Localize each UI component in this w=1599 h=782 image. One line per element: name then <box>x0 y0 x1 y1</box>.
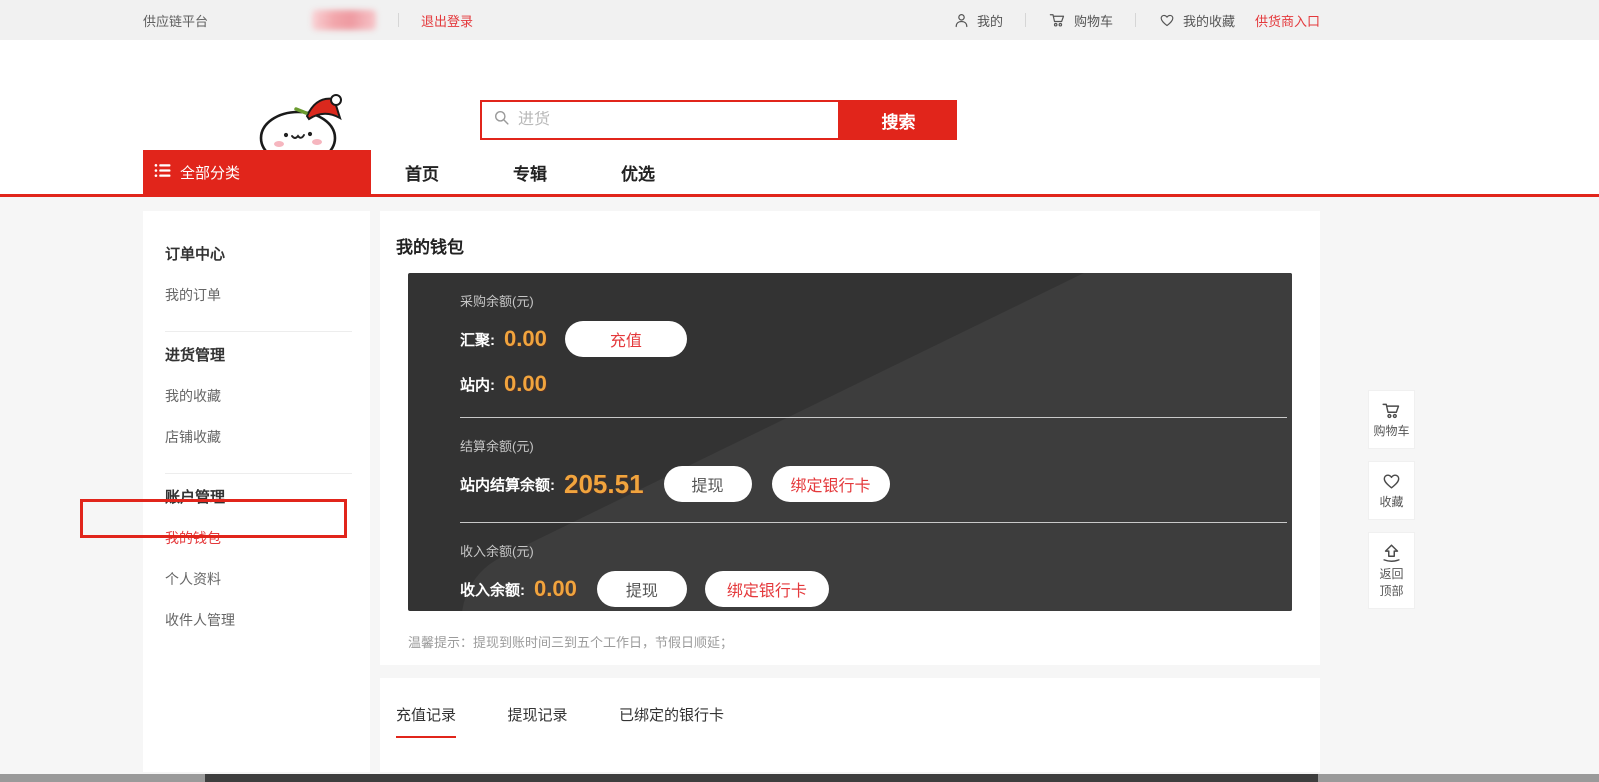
zhannei-balance-label: 站内: <box>460 374 495 395</box>
cart-icon <box>1048 11 1067 29</box>
income-balance-value: 0.00 <box>534 576 577 602</box>
recharge-button[interactable]: 充值 <box>565 321 687 357</box>
logout-link[interactable]: 退出登录 <box>421 11 473 30</box>
tab-recharge-records[interactable]: 充值记录 <box>396 704 456 738</box>
category-list-icon <box>154 163 171 182</box>
navbar: 全部分类 首页 专辑 优选 <box>0 150 1599 194</box>
float-favorite-button[interactable]: 收藏 <box>1368 461 1415 520</box>
arrow-up-icon <box>1369 542 1414 564</box>
sidebar-divider <box>165 331 352 332</box>
zhannei-balance-value: 0.00 <box>504 371 547 397</box>
float-favorite-label: 收藏 <box>1379 495 1403 509</box>
sidebar-group-order-center: 订单中心 <box>165 243 370 264</box>
all-categories-button[interactable]: 全部分类 <box>143 150 371 194</box>
sidebar-item-recipient-management[interactable]: 收件人管理 <box>165 610 370 630</box>
heart-icon <box>1158 12 1176 29</box>
card-divider <box>460 417 1287 418</box>
nav-item-premium[interactable]: 优选 <box>621 160 655 185</box>
settlement-balance-section-label: 结算余额(元) <box>460 436 1292 455</box>
records-panel: 充值记录 提现记录 已绑定的银行卡 <box>380 678 1320 772</box>
username-redacted <box>312 10 376 30</box>
nav-item-albums[interactable]: 专辑 <box>513 160 547 185</box>
tab-bound-bank-cards[interactable]: 已绑定的银行卡 <box>619 704 724 736</box>
sidebar-item-profile[interactable]: 个人资料 <box>165 569 370 589</box>
topbar-divider <box>1025 13 1026 27</box>
nav-item-home[interactable]: 首页 <box>405 160 439 185</box>
search-bar: 搜索 <box>480 100 957 140</box>
page: 供应链平台 退出登录 我的 购物车 我的收藏 <box>0 0 1599 782</box>
back-to-top-label-line1: 返回 <box>1379 567 1403 581</box>
huiju-balance-value: 0.00 <box>504 326 547 352</box>
float-cart-label: 购物车 <box>1373 424 1409 438</box>
income-bind-card-button[interactable]: 绑定银行卡 <box>705 571 829 607</box>
cart-label: 购物车 <box>1074 11 1113 30</box>
search-icon <box>492 108 511 132</box>
topbar: 供应链平台 退出登录 我的 购物车 我的收藏 <box>0 0 1599 40</box>
withdraw-tip: 温馨提示：提现到账时间三到五个工作日，节假日顺延； <box>408 632 1320 651</box>
float-toolbar: 购物车 收藏 返回 顶部 <box>1368 390 1415 621</box>
sidebar: 订单中心 我的订单 进货管理 我的收藏 店铺收藏 账户管理 我的钱包 个人资料 … <box>143 211 370 772</box>
back-to-top-button[interactable]: 返回 顶部 <box>1368 532 1415 609</box>
cart-icon <box>1369 400 1414 421</box>
search-input[interactable] <box>518 111 838 129</box>
card-divider <box>460 522 1287 523</box>
search-button[interactable]: 搜索 <box>840 100 957 140</box>
horizontal-scrollbar-thumb[interactable] <box>205 774 1318 782</box>
balance-card: 采购余额(元) 汇聚: 0.00 充值 站内: 0.00 结算余额(元) 站内结… <box>408 273 1292 611</box>
heart-icon <box>1369 471 1414 492</box>
settlement-balance-value: 205.51 <box>564 469 644 500</box>
platform-label: 供应链平台 <box>143 11 208 30</box>
supplier-entry-link[interactable]: 供货商入口 <box>1255 11 1320 30</box>
my-account-label: 我的 <box>977 11 1003 30</box>
income-withdraw-button[interactable]: 提现 <box>597 571 687 607</box>
back-to-top-label-line2: 顶部 <box>1379 584 1403 598</box>
sidebar-item-my-orders[interactable]: 我的订单 <box>165 285 370 305</box>
user-icon <box>953 12 970 29</box>
all-categories-label: 全部分类 <box>180 162 240 183</box>
search-input-box <box>480 100 840 140</box>
float-cart-button[interactable]: 购物车 <box>1368 390 1415 449</box>
settlement-balance-label: 站内结算余额: <box>460 474 555 495</box>
huiju-balance-label: 汇聚: <box>460 329 495 350</box>
sidebar-item-my-favorites[interactable]: 我的收藏 <box>165 386 370 406</box>
wallet-panel: 我的钱包 采购余额(元) 汇聚: 0.00 充值 站内: 0.00 结算余额(元… <box>380 211 1320 665</box>
horizontal-scrollbar <box>0 774 1599 782</box>
favorites-link[interactable]: 我的收藏 <box>1158 11 1235 30</box>
purchase-balance-section-label: 采购余额(元) <box>460 291 1292 310</box>
income-balance-label: 收入余额: <box>460 579 525 600</box>
income-balance-section-label: 收入余额(元) <box>460 541 1292 560</box>
my-account-link[interactable]: 我的 <box>953 11 1003 30</box>
settlement-bind-card-button[interactable]: 绑定银行卡 <box>772 466 890 502</box>
topbar-divider <box>398 13 399 27</box>
highlight-box <box>80 499 347 538</box>
topbar-divider <box>1135 13 1136 27</box>
header: 搜索 热门搜索: 手机 123 汽车 电脑 <box>0 40 1599 150</box>
settlement-withdraw-button[interactable]: 提现 <box>664 466 752 502</box>
sidebar-group-purchase-management: 进货管理 <box>165 344 370 365</box>
sidebar-divider <box>165 473 352 474</box>
page-title: 我的钱包 <box>380 211 1320 258</box>
favorites-label: 我的收藏 <box>1183 11 1235 30</box>
cart-link[interactable]: 购物车 <box>1048 11 1113 30</box>
tab-withdraw-records[interactable]: 提现记录 <box>507 704 567 736</box>
sidebar-item-shop-favorites[interactable]: 店铺收藏 <box>165 427 370 447</box>
